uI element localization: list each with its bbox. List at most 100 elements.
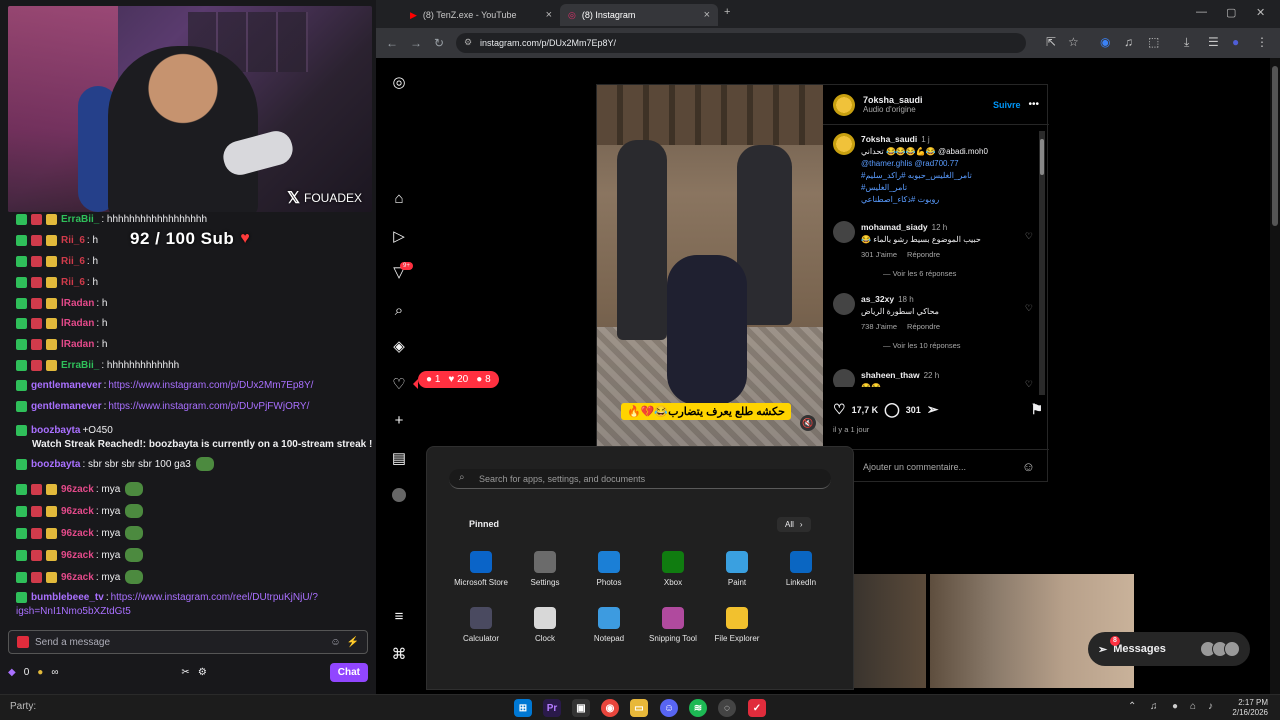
- chat-username[interactable]: boozbayta: [31, 459, 80, 470]
- chat-badge-icon[interactable]: [46, 571, 57, 583]
- volume-icon[interactable]: 🔇: [800, 415, 816, 431]
- chat-badge-icon[interactable]: [16, 527, 27, 539]
- follow-button[interactable]: Suivre: [993, 100, 1021, 110]
- menu-dots-icon[interactable]: ⋮: [1256, 35, 1268, 49]
- comment-likes[interactable]: 301 J'aime: [861, 250, 897, 259]
- save-icon[interactable]: ⚑: [1030, 401, 1043, 418]
- chat-badge-icon[interactable]: [31, 298, 42, 309]
- chrome-icon[interactable]: ◉: [601, 699, 619, 717]
- author-avatar[interactable]: [833, 93, 855, 116]
- chat-badge-icon[interactable]: [46, 214, 57, 225]
- profile-icon[interactable]: ●: [1232, 35, 1239, 49]
- install-icon[interactable]: ⇱: [1046, 35, 1056, 49]
- chat-username[interactable]: 96zack: [61, 528, 94, 539]
- chat-badge-icon[interactable]: [46, 360, 57, 371]
- chat-button[interactable]: Chat: [329, 662, 368, 682]
- extension-icon[interactable]: ⚡: [347, 637, 359, 648]
- chat-badge-icon[interactable]: [46, 527, 57, 539]
- app-calculator[interactable]: Calculator: [449, 607, 513, 643]
- chat-badge-icon[interactable]: [16, 318, 27, 329]
- caption-line-3[interactable]: #تامر_الغليس_حبوبه #راكد_سليم: [861, 171, 972, 180]
- chat-input[interactable]: Send a message ☺ ⚡: [8, 630, 368, 654]
- app-microsoft-store[interactable]: Microsoft Store: [449, 551, 513, 587]
- page-scrollbar-thumb[interactable]: [1272, 66, 1278, 226]
- emote-icon[interactable]: [125, 548, 144, 562]
- notifications-heart-icon[interactable]: ♡: [390, 376, 408, 394]
- back-icon[interactable]: ←: [386, 36, 398, 50]
- chat-username[interactable]: Rii_6: [61, 277, 85, 288]
- home-icon[interactable]: ⌂: [390, 190, 408, 208]
- chat-badge-icon[interactable]: [16, 277, 27, 288]
- chat-username[interactable]: lRadan: [61, 318, 94, 329]
- chat-username[interactable]: boozbayta: [31, 425, 80, 436]
- activity-bubble[interactable]: ● 1 ♥ 20 ● 8: [413, 371, 499, 389]
- close-icon[interactable]: ×: [546, 9, 552, 21]
- app-paint[interactable]: Paint: [705, 551, 769, 587]
- comment-user[interactable]: mohamad_siady: [861, 222, 928, 232]
- chat-username[interactable]: lRadan: [61, 298, 94, 309]
- chat-badge-icon[interactable]: [46, 298, 57, 309]
- chat-username[interactable]: gentlemanever: [31, 380, 102, 391]
- extensions-icon[interactable]: ⬚: [1148, 35, 1159, 49]
- view-replies[interactable]: — Voir les 6 réponses: [883, 269, 1033, 278]
- mic-icon[interactable]: ●: [1172, 701, 1178, 712]
- chat-badge-icon[interactable]: [31, 256, 42, 267]
- discord-icon[interactable]: ☺: [660, 699, 678, 717]
- chat-username[interactable]: bumblebeee_tv: [31, 592, 104, 603]
- app-settings[interactable]: Settings: [513, 551, 577, 587]
- comment-icon[interactable]: ◯: [884, 401, 900, 418]
- volume-tray-icon[interactable]: ♪: [1208, 701, 1213, 712]
- chat-link[interactable]: https://www.instagram.com/p/DUvPjFWjORY/: [108, 401, 309, 412]
- app-photos[interactable]: Photos: [577, 551, 641, 587]
- app-icon[interactable]: ▣: [572, 699, 590, 717]
- app-notepad[interactable]: Notepad: [577, 607, 641, 643]
- chat-badge-icon[interactable]: [31, 235, 42, 246]
- chat-badge-icon[interactable]: [16, 425, 27, 436]
- chat-badge-icon[interactable]: [16, 298, 27, 309]
- emote-icon[interactable]: [125, 482, 144, 496]
- chat-badge-icon[interactable]: [31, 505, 42, 517]
- also-from-meta-icon[interactable]: ⌘: [390, 646, 408, 664]
- more-menu-icon[interactable]: ≡: [390, 608, 408, 626]
- chat-badge-icon[interactable]: [31, 318, 42, 329]
- comment-user[interactable]: shaheen_thaw: [861, 370, 920, 380]
- chat-badge-icon[interactable]: [16, 214, 27, 225]
- chat-username[interactable]: gentlemanever: [31, 401, 102, 412]
- comment-user[interactable]: as_32xy: [861, 294, 894, 304]
- app-file-explorer[interactable]: File Explorer: [705, 607, 769, 643]
- chat-badge-icon[interactable]: [46, 505, 57, 517]
- window-close-icon[interactable]: ✕: [1256, 6, 1265, 19]
- network-icon[interactable]: ⌂: [1190, 701, 1196, 712]
- start-search-input[interactable]: ⌕ Search for apps, settings, and documen…: [449, 469, 831, 489]
- tab-youtube[interactable]: ▶ (8) TenZ.exe - YouTube ×: [402, 4, 560, 26]
- view-replies[interactable]: — Voir les 10 réponses: [883, 341, 1033, 350]
- chat-badge-icon[interactable]: [31, 277, 42, 288]
- comments-scrollbar[interactable]: [1039, 131, 1045, 395]
- author-name[interactable]: 7oksha_saudi: [863, 95, 923, 105]
- emote-icon[interactable]: [195, 457, 214, 471]
- chat-username[interactable]: 96zack: [61, 550, 94, 561]
- chat-badge-icon[interactable]: [46, 277, 57, 288]
- messages-button[interactable]: ➢ 8 Messages: [1088, 632, 1250, 666]
- chat-username[interactable]: 96zack: [61, 506, 94, 517]
- comment-likes[interactable]: 738 J'aime: [861, 322, 897, 331]
- caption-user[interactable]: 7oksha_saudi: [861, 134, 917, 144]
- app-linkedin[interactable]: LinkedIn: [769, 551, 833, 587]
- commenter-avatar[interactable]: [833, 293, 855, 315]
- like-count[interactable]: 17,7 K: [852, 405, 879, 415]
- minimize-icon[interactable]: —: [1196, 6, 1207, 18]
- start-button-icon[interactable]: ⊞: [514, 699, 532, 717]
- mod-icon[interactable]: ✂: [181, 667, 189, 678]
- chat-link[interactable]: https://www.instagram.com/reel/DUtrpuKjN…: [111, 592, 318, 603]
- chat-badge-icon[interactable]: [46, 483, 57, 495]
- reply-link[interactable]: Répondre: [907, 322, 940, 331]
- premiere-icon[interactable]: Pr: [543, 699, 561, 717]
- caption-line-4[interactable]: #تامر_الغليس: [861, 183, 907, 192]
- emote-icon[interactable]: [125, 526, 144, 540]
- all-apps-button[interactable]: All ›: [777, 517, 811, 532]
- chat-link[interactable]: https://www.instagram.com/p/DUx2Mm7Ep8Y/: [108, 380, 313, 391]
- chat-badge-icon[interactable]: [31, 527, 42, 539]
- streaming-app-icon[interactable]: ✓: [748, 699, 766, 717]
- share-icon[interactable]: ➢: [927, 401, 939, 418]
- chat-badge-icon[interactable]: [16, 592, 27, 603]
